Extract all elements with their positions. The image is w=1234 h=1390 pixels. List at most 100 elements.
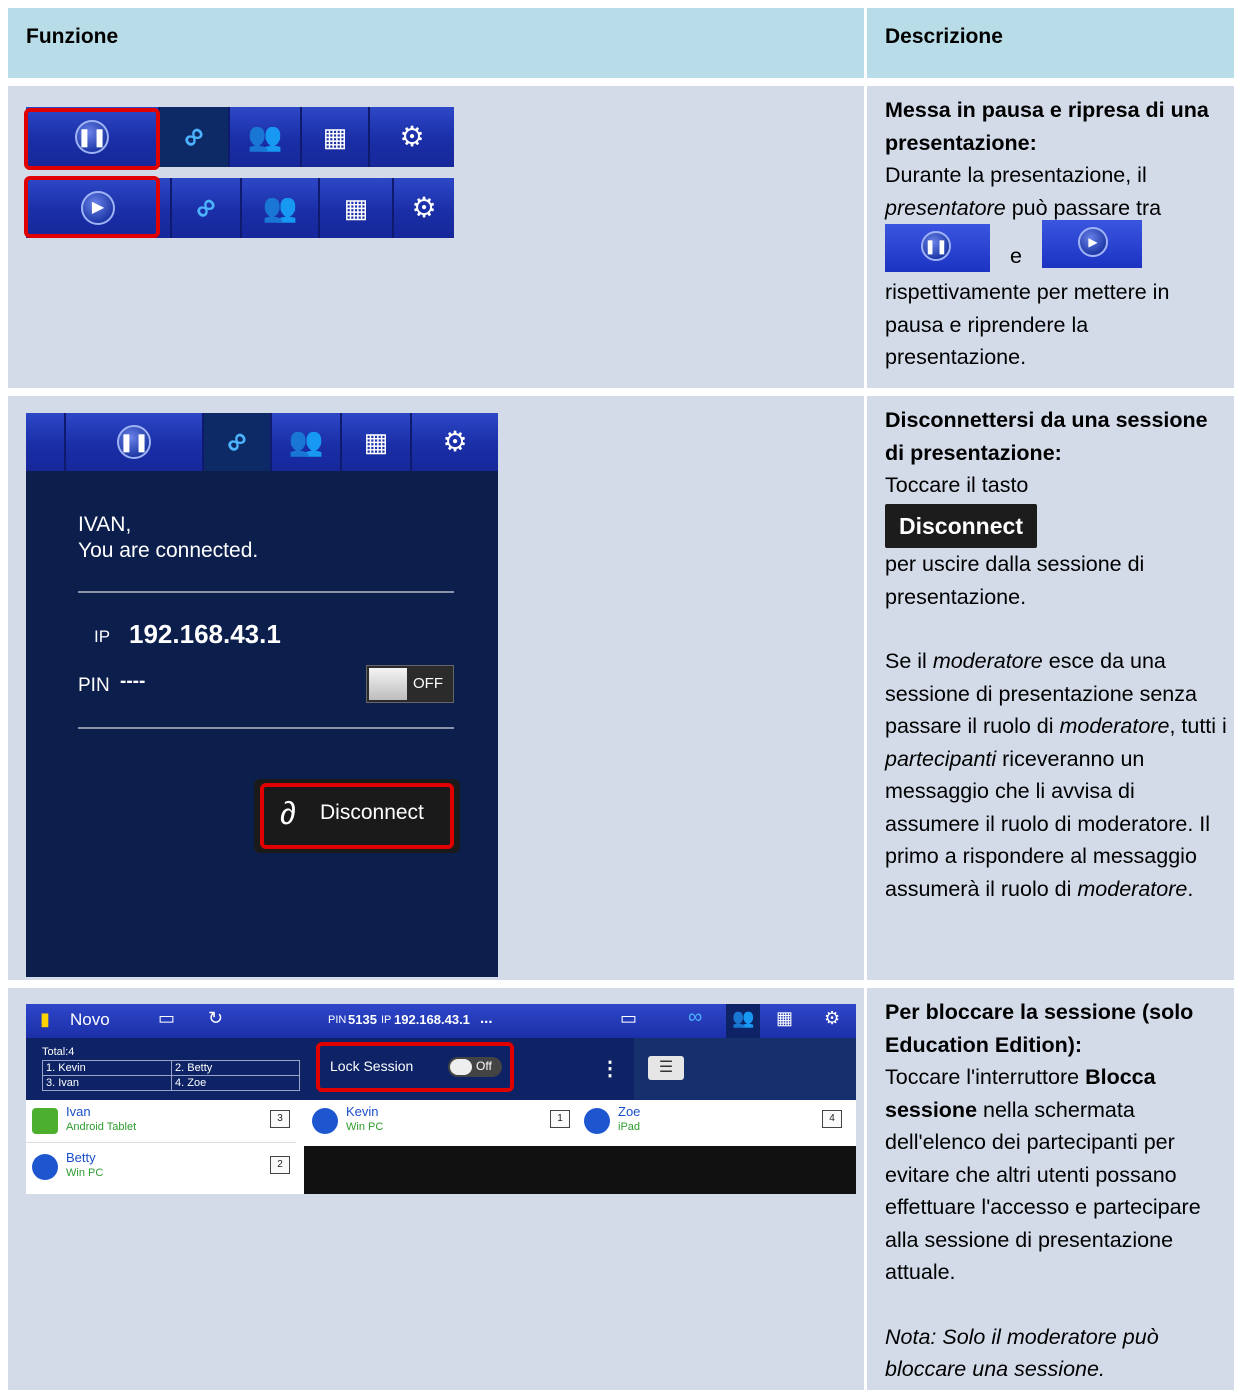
pin-label: PIN: [328, 1014, 347, 1026]
header-function: Funzione: [8, 8, 864, 78]
list-view-icon[interactable]: ☰: [648, 1056, 684, 1080]
more-vertical-icon[interactable]: ⋮: [600, 1056, 620, 1081]
p2-e: .: [1187, 876, 1194, 901]
participants-button[interactable]: 👥: [272, 413, 342, 471]
row3-function-cell: ▮ Novo ▭ ↻ PIN 5135 IP 192.168.43.1 ... …: [8, 988, 864, 1390]
link-icon: ∞: [186, 188, 225, 227]
row3-text-b: nella schermata dell'elenco dei partecip…: [885, 1097, 1201, 1285]
row1-description-cell: Messa in pausa e ripresa di una presenta…: [867, 86, 1234, 388]
pin-value: ----: [120, 671, 146, 692]
row1-inline-buttons: ❚❚ e ▶: [885, 220, 1228, 276]
presenter-slot-icon[interactable]: 2: [270, 1156, 290, 1174]
header-function-label: Funzione: [26, 25, 119, 48]
participants-button[interactable]: 👥: [230, 107, 302, 167]
p2-em1: moderatore: [932, 649, 1043, 673]
row2-text-b: per uscire dalla sessione di presentazio…: [885, 552, 1145, 609]
row2-inline: Disconnect: [885, 503, 1228, 548]
screen-icon[interactable]: ▭: [620, 1008, 637, 1029]
row1-text-b: può passare tra: [1005, 195, 1162, 220]
participant-row[interactable]: Zoe iPad 4: [578, 1100, 848, 1142]
row1-and: e: [1010, 243, 1022, 268]
settings-button[interactable]: ⚙: [370, 107, 454, 167]
user-avatar-icon: [584, 1108, 610, 1134]
grid-icon: ▦: [363, 427, 389, 457]
settings-button[interactable]: ⚙: [394, 178, 454, 238]
link-icon[interactable]: ∞: [688, 1006, 702, 1029]
ip-value: 192.168.43.1: [394, 1012, 470, 1027]
gear-icon: ⚙: [399, 121, 425, 152]
grid-icon[interactable]: ▦: [776, 1008, 793, 1029]
pause-highlight: [24, 108, 160, 170]
pause-icon: ❚❚: [924, 238, 948, 254]
participant-row[interactable]: Ivan Android Tablet 3: [26, 1100, 296, 1143]
participants-icon[interactable]: 👥: [732, 1008, 754, 1029]
presenter-slot-icon[interactable]: 3: [270, 1110, 290, 1128]
participant-1: 1. Kevin: [42, 1060, 172, 1076]
row3-description-cell: Per bloccare la sessione (solo Education…: [867, 988, 1234, 1390]
row3-text-a: Toccare l'interruttore: [885, 1065, 1086, 1089]
pin-toggle[interactable]: OFF: [366, 665, 454, 703]
row1-body: Durante la presentazione, il presentator…: [885, 159, 1228, 224]
grid-button[interactable]: ▦: [342, 413, 412, 471]
pin-label: PIN: [78, 675, 110, 696]
row1-title: Messa in pausa e ripresa di una presenta…: [885, 98, 1209, 155]
row3-note: Nota: Solo il moderatore può bloccare un…: [885, 1324, 1159, 1382]
divider: [78, 727, 454, 729]
novo-top-bar: ▮ Novo ▭ ↻ PIN 5135 IP 192.168.43.1 ... …: [26, 1004, 856, 1038]
pause-button[interactable]: ❚❚: [66, 413, 204, 471]
row2-description-cell: Disconnettersi da una sessione di presen…: [867, 396, 1234, 980]
p2-a: Se il: [885, 649, 933, 673]
android-avatar-icon: [32, 1108, 58, 1134]
row1-function-cell: ❚❚ ∞ 👥 ▦ ⚙ ▶ ∞ 👥 ▦ ⚙: [8, 86, 864, 388]
grid-button[interactable]: ▦: [320, 178, 394, 238]
user-name: IVAN,: [78, 513, 132, 536]
lock-state: Off: [476, 1059, 492, 1073]
empty-area: [304, 1146, 856, 1194]
disconnect-button[interactable]: ∂ Disconnect: [254, 779, 460, 853]
toolbar-spacer: [26, 413, 66, 471]
disconnect-label: Disconnect: [320, 801, 424, 824]
presentation-icon[interactable]: ▭: [158, 1008, 175, 1029]
row2-title: Disconnettersi da una sessione di presen…: [885, 408, 1208, 465]
lock-toggle[interactable]: Off: [448, 1057, 502, 1077]
broken-link-icon: ∂: [280, 795, 296, 831]
participant-3: 3. Ivan: [42, 1075, 172, 1091]
p2-c: , tutti i: [1169, 714, 1227, 738]
row2-function-cell: ❚❚ ∞ 👥 ▦ ⚙ IVAN, You are connected. IP 1…: [8, 396, 864, 980]
gear-icon: ⚙: [442, 426, 468, 457]
more-menu[interactable]: ...: [480, 1010, 493, 1027]
link-button[interactable]: ∞: [172, 178, 242, 238]
mini-play-button: ▶: [1041, 220, 1142, 268]
link-button[interactable]: ∞: [204, 413, 272, 471]
user-avatar-icon: [312, 1108, 338, 1134]
participant-device: Android Tablet: [66, 1121, 137, 1133]
header-description-label: Descrizione: [885, 25, 1003, 48]
participants-button[interactable]: 👥: [242, 178, 320, 238]
link-icon: ∞: [217, 422, 256, 461]
participant-name: Ivan: [66, 1104, 91, 1119]
participant-list: Ivan Android Tablet 3 Kevin Win PC 1 Zoe…: [26, 1100, 856, 1194]
participant-device: iPad: [618, 1121, 641, 1133]
presenter-slot-icon[interactable]: 4: [822, 1110, 842, 1128]
participant-row[interactable]: Betty Win PC 2: [26, 1146, 296, 1188]
participant-row[interactable]: Kevin Win PC 1: [306, 1100, 576, 1142]
settings-button[interactable]: ⚙: [412, 413, 498, 471]
ip-label: IP: [381, 1014, 392, 1026]
participant-summary: Total:4 1. Kevin 2. Betty 3. Ivan 4. Zoe: [42, 1046, 300, 1092]
presenter-slot-icon[interactable]: 1: [550, 1110, 570, 1128]
gear-icon[interactable]: ⚙: [824, 1008, 840, 1029]
participant-device: Win PC: [66, 1167, 104, 1179]
grid-button[interactable]: ▦: [302, 107, 370, 167]
lock-session-label: Lock Session: [330, 1058, 414, 1074]
app-name: Novo: [70, 1010, 110, 1029]
total-count: Total:4: [42, 1046, 75, 1058]
participant-name: Betty: [66, 1150, 96, 1165]
participants-icon: 👥: [247, 121, 283, 152]
participant-4: 4. Zoe: [171, 1075, 300, 1091]
refresh-icon[interactable]: ↻: [208, 1008, 223, 1029]
link-button[interactable]: ∞: [160, 107, 230, 167]
p2-em2: moderatore: [1059, 714, 1170, 738]
lock-session-switch[interactable]: Lock Session Off: [316, 1042, 514, 1094]
participants-icon: 👥: [288, 426, 324, 457]
